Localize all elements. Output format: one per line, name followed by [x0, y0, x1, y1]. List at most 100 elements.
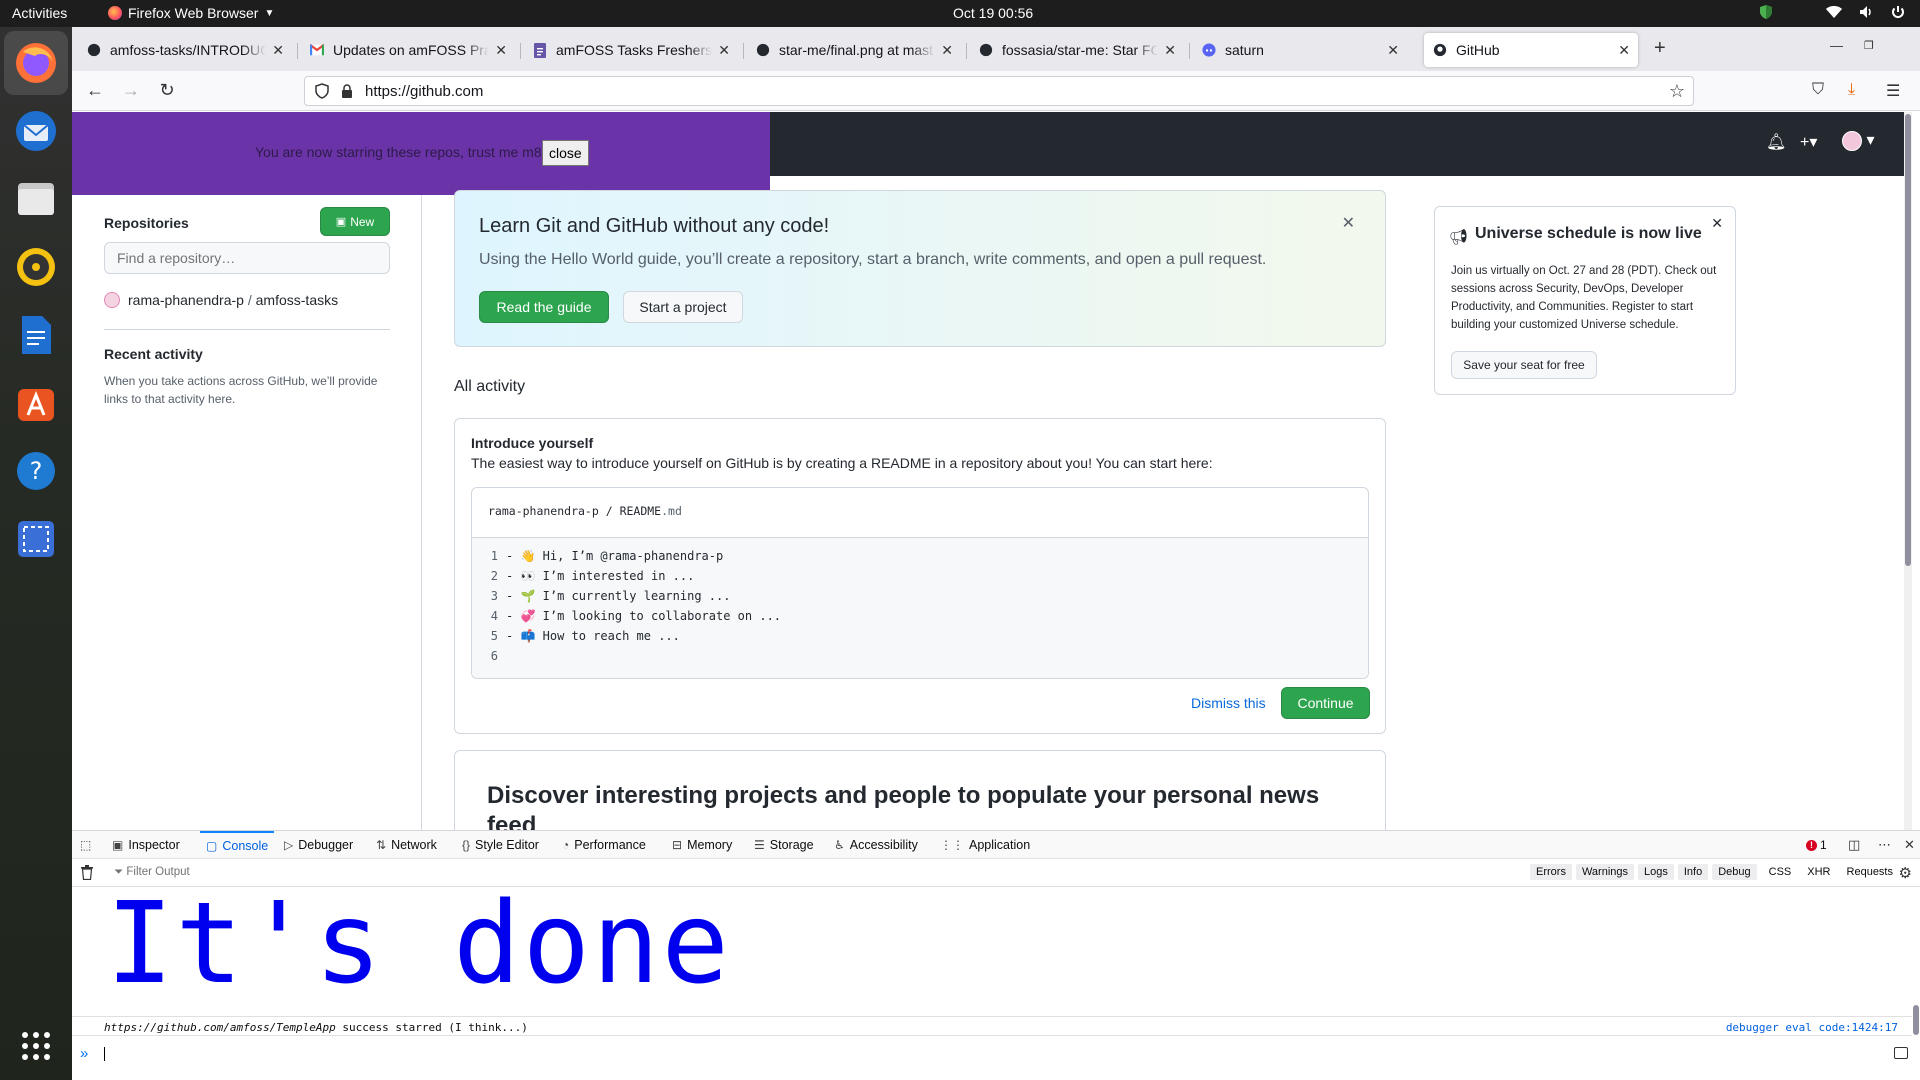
console-input[interactable]: » — [72, 1037, 1920, 1071]
close-icon[interactable]: ✕ — [1618, 42, 1630, 59]
discover-card: Discover interesting projects and people… — [454, 750, 1386, 830]
show-apps-icon[interactable] — [22, 1032, 50, 1060]
line-text: - 👀 I’m interested in ... — [506, 569, 695, 583]
new-repo-button[interactable]: ▣ New — [320, 207, 390, 236]
gear-icon[interactable]: ⚙ — [1899, 864, 1912, 882]
tab-debugger[interactable]: ▷ Debugger — [284, 831, 353, 859]
app-center-icon — [18, 389, 54, 421]
browser-tab[interactable]: Updates on amFOSS Prav ✕ — [301, 33, 515, 67]
line-number: 3 — [490, 589, 498, 603]
dock-files[interactable] — [12, 175, 60, 223]
continue-button[interactable]: Continue — [1281, 687, 1370, 719]
lock-icon[interactable] — [341, 84, 353, 98]
tab-accessibility[interactable]: ♿︎ Accessibility — [834, 831, 918, 859]
scrollbar-thumb[interactable] — [1913, 1005, 1919, 1035]
bookmark-star-icon[interactable]: ☆ — [1669, 81, 1685, 102]
filter-logs[interactable]: Logs — [1638, 864, 1674, 880]
editor-mode-icon[interactable] — [1894, 1047, 1908, 1059]
menu-icon[interactable]: ☰ — [1886, 81, 1900, 101]
tab-storage[interactable]: ☰ Storage — [754, 831, 814, 859]
close-icon[interactable]: ✕ — [272, 42, 284, 59]
close-icon[interactable]: ✕ — [718, 42, 730, 59]
more-options-icon[interactable]: ⋯ — [1878, 837, 1891, 853]
console-scrollbar[interactable] — [1912, 887, 1920, 1037]
dock-app-center[interactable] — [12, 379, 60, 427]
tab-memory[interactable]: ⊟ Memory — [672, 831, 732, 859]
pocket-icon[interactable]: ⛉ — [1812, 81, 1824, 99]
dock-screenshot[interactable] — [12, 515, 60, 563]
element-picker-icon[interactable]: ⬚ — [80, 831, 91, 859]
close-icon[interactable]: ✕ — [941, 42, 953, 59]
tab-network[interactable]: ⇅ Network — [376, 831, 437, 859]
dock-help[interactable]: ? — [12, 447, 60, 495]
tracking-shield-icon[interactable] — [315, 83, 329, 99]
filter-output-input[interactable]: ⏷ Filter Output — [114, 866, 190, 879]
avatar[interactable]: ▾ — [1842, 130, 1874, 151]
start-project-button[interactable]: Start a project — [623, 291, 743, 323]
tab-inspector[interactable]: ▣ Inspector — [112, 831, 180, 859]
find-repository-input[interactable] — [104, 242, 390, 274]
filter-css[interactable]: CSS — [1761, 864, 1800, 880]
browser-tab[interactable]: fossasia/star-me: Star FO ✕ — [970, 33, 1184, 67]
close-icon[interactable]: ✕ — [495, 42, 507, 59]
bell-icon[interactable]: 🔔︎ — [1766, 132, 1786, 152]
repo-list-item[interactable]: rama-phanendra-p / amfoss-tasks — [104, 292, 338, 308]
left-sidebar: Repositories ▣ New rama-phanendra-p / am… — [72, 195, 422, 830]
tab-label: Accessibility — [849, 838, 918, 852]
browser-tab[interactable]: star-me/final.png at mast ✕ — [747, 33, 961, 67]
filter-errors[interactable]: Errors — [1530, 864, 1572, 880]
maximize-icon[interactable]: ❐ — [1864, 39, 1874, 52]
close-devtools-icon[interactable]: ✕ — [1904, 837, 1915, 853]
tab-performance[interactable]: ◔ Performance — [562, 831, 646, 859]
back-icon[interactable]: ← — [84, 80, 106, 101]
browser-tab[interactable]: amfoss-tasks/INTRODUC ✕ — [78, 33, 292, 67]
tab-title: amFOSS Tasks Freshers 2 — [556, 42, 713, 58]
scrollbar-thumb[interactable] — [1905, 114, 1911, 566]
prompt-chevron-icon: » — [80, 1045, 89, 1062]
page-scrollbar[interactable] — [1904, 112, 1912, 830]
filter-debug[interactable]: Debug — [1712, 864, 1757, 880]
activities-button[interactable]: Activities — [12, 5, 67, 21]
close-icon[interactable]: ✕ — [1711, 215, 1723, 232]
url-bar[interactable]: https://github.com ☆ — [304, 76, 1694, 106]
new-tab-button[interactable]: + — [1654, 37, 1666, 60]
close-icon[interactable]: ✕ — [1387, 42, 1399, 59]
tab-console[interactable]: ▢ Console — [200, 831, 275, 859]
filter-requests[interactable]: Requests — [1839, 864, 1901, 880]
app-menu[interactable]: Firefox Web Browser ▼ — [108, 5, 274, 21]
banner-close-button[interactable]: close — [542, 140, 589, 166]
log-location-link[interactable]: debugger eval code:1424:17 — [1726, 1021, 1898, 1034]
url-text[interactable]: https://github.com — [365, 83, 483, 100]
minimize-icon[interactable]: — — [1830, 38, 1843, 53]
reload-icon[interactable]: ↻ — [156, 80, 178, 101]
tab-title: saturn — [1225, 42, 1264, 58]
browser-tab-active[interactable]: GitHub ✕ — [1424, 33, 1638, 67]
forward-icon[interactable]: → — [120, 80, 142, 101]
download-icon[interactable]: ⤓ — [1848, 81, 1855, 99]
trash-icon[interactable] — [80, 865, 94, 880]
dock-rhythmbox[interactable] — [12, 243, 60, 291]
dock-writer[interactable] — [12, 311, 60, 359]
save-seat-button[interactable]: Save your seat for free — [1451, 351, 1597, 379]
error-count-badge[interactable]: ! 1 — [1806, 838, 1827, 852]
filter-xhr[interactable]: XHR — [1799, 864, 1838, 880]
plus-icon[interactable]: +▾ — [1800, 132, 1817, 152]
filter-info[interactable]: Info — [1677, 864, 1709, 880]
dismiss-link[interactable]: Dismiss this — [1191, 695, 1266, 711]
dock-side-icon[interactable]: ◫ — [1848, 837, 1860, 853]
browser-tab[interactable]: amFOSS Tasks Freshers 2 ✕ — [524, 33, 738, 67]
clock[interactable]: Oct 19 00:56 — [953, 5, 1033, 21]
filter-placeholder: Filter Output — [126, 866, 190, 878]
tab-application[interactable]: ⋮⋮ Application — [940, 831, 1030, 859]
system-tray[interactable] — [1758, 4, 1906, 20]
close-icon[interactable]: ✕ — [1342, 213, 1355, 233]
filter-warnings[interactable]: Warnings — [1575, 864, 1635, 880]
close-icon[interactable]: ✕ — [1164, 42, 1176, 59]
code-line: 3 - 🌱 I’m currently learning ... — [472, 586, 1368, 606]
dock-thunderbird[interactable] — [12, 107, 60, 155]
browser-tab[interactable]: saturn ✕ — [1193, 33, 1407, 67]
dock-firefox[interactable] — [4, 31, 68, 95]
recent-activity-desc: When you take actions across GitHub, we’… — [104, 374, 378, 406]
read-guide-button[interactable]: Read the guide — [479, 291, 609, 323]
tab-style-editor[interactable]: {} Style Editor — [462, 831, 539, 859]
